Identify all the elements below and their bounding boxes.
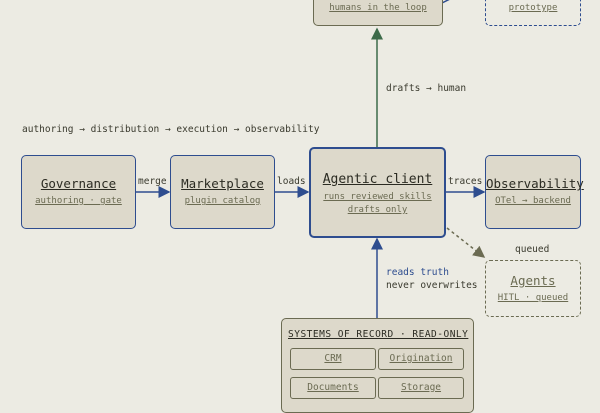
edge-label-queued: queued bbox=[515, 244, 550, 255]
humans-in-loop-node[interactable]: humans in the loop bbox=[313, 0, 443, 26]
prototype-node[interactable]: prototype bbox=[485, 0, 581, 26]
marketplace-node[interactable]: Marketplace plugin catalog bbox=[170, 155, 275, 229]
systems-of-record-group: SYSTEMS OF RECORD · READ-ONLY CRM Origin… bbox=[281, 318, 474, 413]
systems-of-record-title: SYSTEMS OF RECORD · READ-ONLY bbox=[288, 329, 469, 340]
sor-item-storage[interactable]: Storage bbox=[378, 377, 464, 399]
edge-label-loads: loads bbox=[277, 176, 306, 187]
sor-item-origination[interactable]: Origination bbox=[378, 348, 464, 370]
edge-label-drafts-human: drafts → human bbox=[386, 83, 467, 94]
sor-item-documents[interactable]: Documents bbox=[290, 377, 376, 399]
agentic-client-title: Agentic client bbox=[322, 172, 433, 187]
agentic-client-node[interactable]: Agentic client runs reviewed skills draf… bbox=[309, 147, 446, 238]
pipeline-caption: authoring → distribution → execution → o… bbox=[22, 124, 320, 135]
agents-title: Agents bbox=[510, 273, 556, 288]
observability-title: Observability bbox=[486, 176, 584, 191]
agentic-client-sub2: drafts only bbox=[347, 205, 408, 215]
prototype-label: prototype bbox=[508, 3, 558, 13]
governance-sub: authoring · gate bbox=[35, 196, 122, 206]
governance-title: Governance bbox=[40, 176, 117, 191]
humans-in-loop-label: humans in the loop bbox=[329, 3, 427, 13]
edge-queued bbox=[446, 227, 486, 258]
sor-item-crm[interactable]: CRM bbox=[290, 348, 376, 370]
edge-label-traces: traces bbox=[448, 176, 483, 187]
edge-label-reads-truth: reads truth bbox=[386, 267, 449, 278]
observability-sub: OTel → backend bbox=[495, 196, 571, 206]
agentic-client-sub1: runs reviewed skills bbox=[323, 192, 432, 202]
agents-node[interactable]: Agents HITL · queued bbox=[485, 260, 581, 317]
observability-node[interactable]: Observability OTel → backend bbox=[485, 155, 584, 229]
marketplace-title: Marketplace bbox=[181, 176, 264, 191]
governance-node[interactable]: Governance authoring · gate bbox=[21, 155, 136, 229]
agents-sub: HITL · queued bbox=[497, 293, 569, 303]
marketplace-sub: plugin catalog bbox=[184, 196, 261, 206]
edge-label-never-overwrites: never overwrites bbox=[386, 280, 478, 291]
edge-label-merge: merge bbox=[138, 176, 167, 187]
